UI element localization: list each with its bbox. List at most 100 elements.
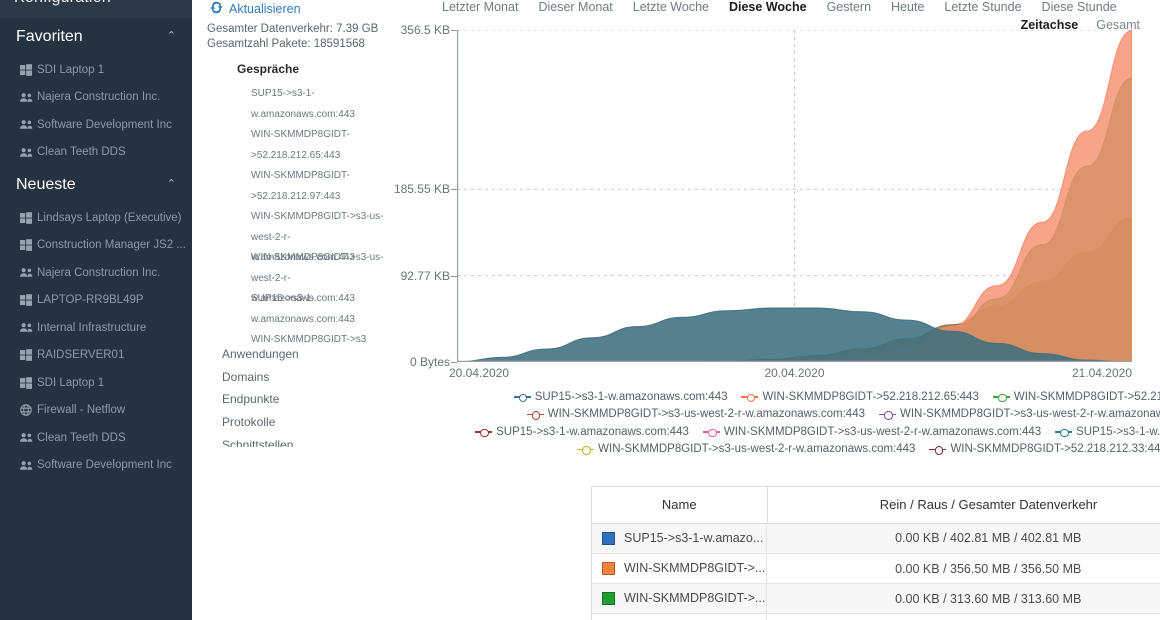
sidebar-item-label: Lindsays Laptop (Executive) — [37, 211, 182, 224]
period-tab[interactable]: Letzte Stunde — [934, 0, 1031, 14]
sidebar-item[interactable]: Internal Infrastructure — [0, 314, 192, 342]
legend-label: WIN-SKMMDP8GIDT->s3-us-west-2-r-w.amazon… — [598, 443, 916, 456]
period-tab[interactable]: Dieser Monat — [528, 0, 622, 14]
conversations-list[interactable]: SUP15->s3-1-w.amazonaws.com:443 WIN-SKMMD… — [207, 84, 392, 356]
sidebar-item[interactable]: Najera Construction Inc. — [0, 84, 192, 112]
sidebar-item-label: Najera Construction Inc. — [37, 266, 161, 279]
legend-item[interactable]: SUP15->s3-1-w.amazonaws.com:443 — [475, 426, 689, 438]
legend-label: SUP15->s3-1-w.amazonaws.com:443 — [1076, 425, 1160, 438]
sidebar-item[interactable]: Software Development Inc — [0, 452, 192, 480]
sidebar-item-label: Firewall - Netflow — [37, 404, 126, 417]
legend-label: WIN-SKMMDP8GIDT->s3-us-west-2-r-w.amazon… — [723, 425, 1042, 438]
conversation-item[interactable]: WIN-SKMMDP8GIDT->s3-us-west-2-r-w.amazon… — [207, 248, 392, 304]
main-content: Aktualisieren Gesamter Datenverkehr: 7.3… — [192, 0, 1160, 620]
sidebar-item[interactable]: LAPTOP-RR9BL49P — [0, 287, 192, 315]
period-tab[interactable]: Letzter Monat — [432, 0, 528, 14]
group-icon — [20, 322, 37, 333]
legend-label: WIN-SKMMDP8GIDT->52.218.212.97:443 — [1013, 390, 1160, 403]
traffic-table: NameRein / Raus / Gesamter DatenverkehrP… — [591, 486, 1160, 620]
table-row[interactable]: WIN-SKMMDP8GIDT->...0.00 KB / 304.47 MB … — [592, 613, 1160, 620]
legend-label: WIN-SKMMDP8GIDT->s3-us-west-2-r-w.amazon… — [900, 408, 1160, 421]
refresh-button[interactable]: Aktualisieren — [210, 1, 301, 17]
legend-marker-icon — [1055, 427, 1073, 438]
table-column-header[interactable]: Rein / Raus / Gesamter Datenverkehr — [767, 487, 1160, 524]
sidebar-item-label: Najera Construction Inc. — [37, 91, 161, 104]
conversation-item[interactable]: SUP15->s3-1-w.amazonaws.com:443 — [207, 84, 392, 125]
period-tab[interactable]: Heute — [881, 0, 934, 14]
sidebar-item[interactable]: Najera Construction Inc. — [0, 259, 192, 287]
table-cell-name: WIN-SKMMDP8GIDT->... — [592, 583, 767, 614]
series-color-swatch — [602, 591, 615, 605]
table-row[interactable]: WIN-SKMMDP8GIDT->... 0.00 KB / 313.60 MB … — [592, 583, 1160, 614]
legend-item[interactable]: WIN-SKMMDP8GIDT->52.218.212.65:443 — [741, 391, 979, 403]
chart-plot-area[interactable] — [457, 30, 1132, 362]
period-tab[interactable]: Diese Stunde — [1032, 0, 1127, 14]
sidebar-top-header[interactable]: Konfiguration — [0, 0, 192, 18]
chart-y-tick-label: 356.5 KB — [400, 23, 450, 37]
legend-marker-icon — [879, 410, 896, 420]
chart-x-tick-label: 20.04.2020 — [449, 366, 510, 380]
legend-marker-icon — [475, 427, 493, 438]
period-tab[interactable]: Gestern — [817, 0, 881, 14]
sidebar-item[interactable]: SDI Laptop 1 — [0, 369, 192, 397]
sidebar-item[interactable]: Software Development Inc — [0, 111, 192, 139]
category-link[interactable]: Anwendungen — [207, 343, 299, 366]
chevron-up-icon[interactable]: ⌃ — [167, 178, 176, 190]
legend-marker-icon — [702, 427, 720, 438]
group-icon — [20, 92, 37, 103]
device-icon — [20, 239, 37, 252]
chart-x-axis: 20.04.2020 20.04.2020 21.04.2020 — [449, 362, 1132, 384]
table-cell-traffic: 0.00 KB / 304.47 MB / 304.47 MB — [767, 613, 1160, 620]
legend-marker-icon — [929, 445, 947, 455]
sidebar-item-label: Clean Teeth DDS — [37, 431, 126, 444]
legend-item[interactable]: WIN-SKMMDP8GIDT->s3-us-west-2-r-w.amazon… — [577, 443, 915, 455]
group-icon — [20, 460, 37, 471]
sidebar-item-label: LAPTOP-RR9BL49P — [37, 294, 144, 307]
table-header-row: NameRein / Raus / Gesamter DatenverkehrP… — [592, 487, 1160, 524]
sidebar-item[interactable]: RAIDSERVER01 — [0, 342, 192, 370]
sidebar-item[interactable]: SDI Laptop 1 — [0, 56, 192, 84]
sidebar-group-favoriten[interactable]: Favoriten ⌃ — [0, 18, 192, 56]
period-tab[interactable]: Diese Woche — [719, 0, 817, 14]
category-link[interactable]: Endpunkte — [207, 388, 299, 411]
conversation-item[interactable]: WIN-SKMMDP8GIDT->52.218.212.97:443 — [207, 166, 392, 207]
total-packets-text: Gesamtzahl Pakete: 18591568 — [207, 38, 365, 50]
category-link[interactable]: Schnittstellen — [207, 434, 299, 447]
legend-item[interactable]: WIN-SKMMDP8GIDT->s3-us-west-2-r-w.amazon… — [526, 408, 865, 420]
table-cell-name-text: SUP15->s3-1-w.amazo... — [624, 531, 764, 545]
sidebar-item[interactable]: Construction Manager JS2 ... — [0, 232, 192, 260]
sidebar-item[interactable]: Clean Teeth DDS — [0, 139, 192, 167]
sidebar-group-title: Neueste — [16, 176, 76, 193]
table-column-header[interactable]: Name — [592, 487, 768, 524]
table-row[interactable]: WIN-SKMMDP8GIDT->... 0.00 KB / 356.50 MB … — [592, 553, 1160, 584]
group-icon — [20, 432, 37, 443]
category-link[interactable]: Protokolle — [207, 411, 299, 434]
legend-item[interactable]: SUP15->s3-1-w.amazonaws.com:443 — [1055, 426, 1160, 438]
sidebar-top-header-label: Konfiguration — [14, 0, 111, 7]
conversation-item[interactable]: WIN-SKMMDP8GIDT->s3-us-west-2-r-w.amazon… — [207, 207, 392, 263]
legend-item[interactable]: WIN-SKMMDP8GIDT->s3-us-west-2-r-w.amazon… — [879, 408, 1160, 420]
sidebar-item[interactable]: Lindsays Laptop (Executive) — [0, 204, 192, 232]
conversation-item[interactable]: SUP15->s3-1-w.amazonaws.com:443 — [207, 289, 392, 330]
device-icon — [20, 294, 37, 307]
category-link[interactable]: Domains — [207, 366, 299, 389]
conversation-item[interactable]: WIN-SKMMDP8GIDT->52.218.212.65:443 — [207, 125, 392, 166]
chart-y-axis: 0 Bytes 92.77 KB 185.55 KB 356.5 KB — [394, 23, 457, 369]
sidebar-item[interactable]: Clean Teeth DDS — [0, 424, 192, 452]
sidebar-group-neueste[interactable]: Neueste ⌃ — [0, 166, 192, 204]
device-icon — [20, 211, 37, 224]
legend-item[interactable]: WIN-SKMMDP8GIDT->52.218.212.97:443 — [992, 390, 1160, 403]
table-row[interactable]: SUP15->s3-1-w.amazo... 0.00 KB / 402.81 M… — [592, 523, 1160, 554]
legend-item[interactable]: WIN-SKMMDP8GIDT->s3-us-west-2-r-w.amazon… — [702, 425, 1042, 438]
series-color-swatch — [602, 561, 615, 575]
legend-row: SUP15->s3-1-w.amazonaws.com:443 WIN-SKMMD… — [392, 388, 1160, 406]
legend-marker-icon — [513, 392, 531, 403]
legend-marker-icon — [526, 410, 544, 420]
period-tab[interactable]: Letzte Woche — [623, 0, 719, 14]
refresh-label: Aktualisieren — [229, 2, 301, 16]
legend-item[interactable]: WIN-SKMMDP8GIDT->52.218.212.33:443 — [929, 443, 1160, 455]
sidebar-item[interactable]: Firewall - Netflow — [0, 397, 192, 425]
legend-item[interactable]: SUP15->s3-1-w.amazonaws.com:443 — [513, 391, 727, 403]
sidebar-item-label: SDI Laptop 1 — [37, 63, 105, 76]
chevron-up-icon[interactable]: ⌃ — [167, 30, 176, 42]
